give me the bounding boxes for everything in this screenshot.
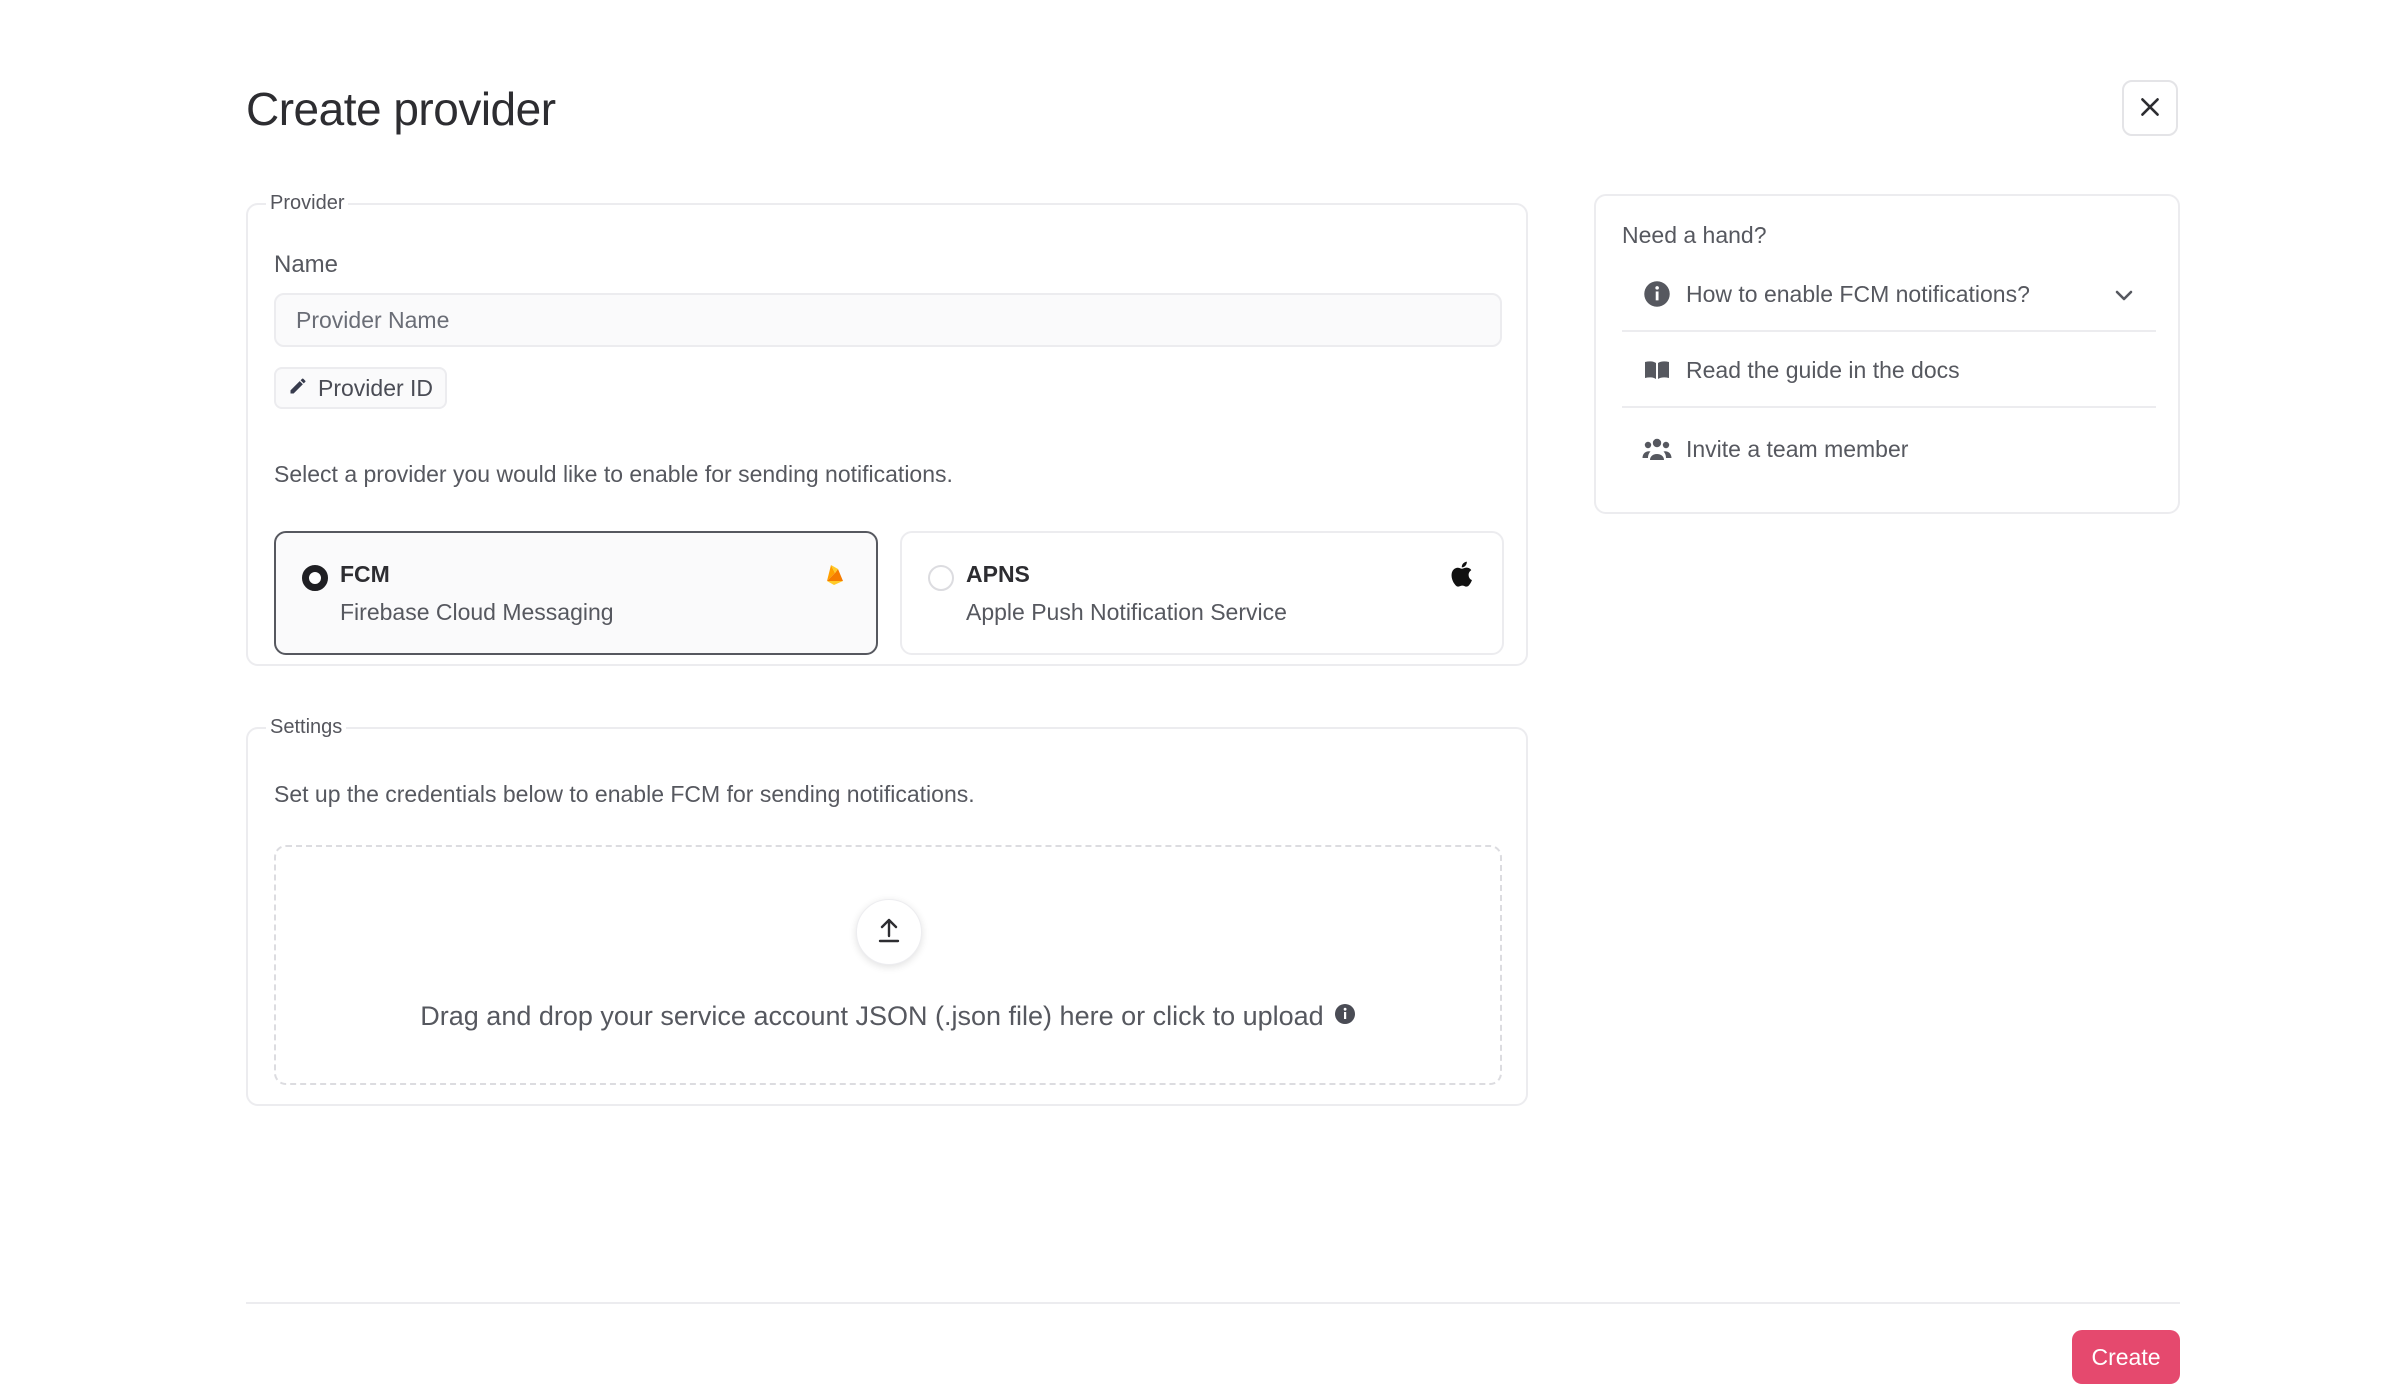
- apns-subtitle: Apple Push Notification Service: [966, 599, 1287, 625]
- apns-option[interactable]: APNS Apple Push Notification Service: [900, 531, 1504, 655]
- fcm-title: FCM: [340, 561, 390, 587]
- provider-id-label: Provider ID: [318, 374, 434, 401]
- help-item-invite[interactable]: Invite a team member: [1622, 412, 2156, 486]
- info-icon[interactable]: [1334, 1001, 1356, 1032]
- settings-description: Set up the credentials below to enable F…: [274, 781, 975, 807]
- help-item-label: Read the guide in the docs: [1686, 356, 1960, 383]
- provider-legend: Provider: [270, 192, 345, 214]
- create-button[interactable]: Create: [2072, 1330, 2180, 1384]
- close-button[interactable]: [2122, 80, 2178, 136]
- settings-legend: Settings: [270, 716, 343, 738]
- users-icon: [1642, 434, 1672, 464]
- help-item-label: How to enable FCM notifications?: [1686, 280, 2030, 307]
- apns-radio[interactable]: [928, 565, 954, 591]
- footer-divider: [246, 1302, 2180, 1304]
- chevron-down-icon: [2114, 281, 2134, 308]
- provider-name-input[interactable]: [274, 293, 1502, 347]
- help-item-label: Invite a team member: [1686, 435, 1909, 462]
- page-title: Create provider: [246, 83, 556, 135]
- upload-button[interactable]: [856, 899, 922, 965]
- apns-title: APNS: [966, 561, 1030, 587]
- close-icon: [2137, 94, 2163, 123]
- fcm-subtitle: Firebase Cloud Messaging: [340, 599, 614, 625]
- help-item-docs[interactable]: Read the guide in the docs: [1622, 334, 2156, 408]
- provider-select-description: Select a provider you would like to enab…: [274, 461, 953, 487]
- dropzone-text: Drag and drop your service account JSON …: [420, 1001, 1324, 1031]
- help-title: Need a hand?: [1622, 222, 1767, 248]
- book-icon: [1642, 355, 1672, 385]
- apple-icon: [1446, 559, 1476, 589]
- fcm-radio[interactable]: [302, 565, 328, 591]
- provider-section: Provider Name Provider ID Select a provi…: [246, 192, 1528, 666]
- settings-section: Settings Set up the credentials below to…: [246, 716, 1528, 1106]
- fcm-option[interactable]: FCM Firebase Cloud Messaging: [274, 531, 878, 655]
- info-icon: [1642, 279, 1672, 309]
- upload-icon: [876, 916, 902, 949]
- file-dropzone[interactable]: Drag and drop your service account JSON …: [274, 845, 1502, 1085]
- pencil-icon: [288, 375, 308, 402]
- provider-id-button[interactable]: Provider ID: [274, 367, 448, 409]
- help-item-enable-fcm[interactable]: How to enable FCM notifications?: [1622, 258, 2156, 332]
- help-panel: Need a hand? How to enable FCM notificat…: [1594, 194, 2180, 514]
- name-label: Name: [274, 251, 339, 278]
- firebase-icon: [820, 559, 850, 589]
